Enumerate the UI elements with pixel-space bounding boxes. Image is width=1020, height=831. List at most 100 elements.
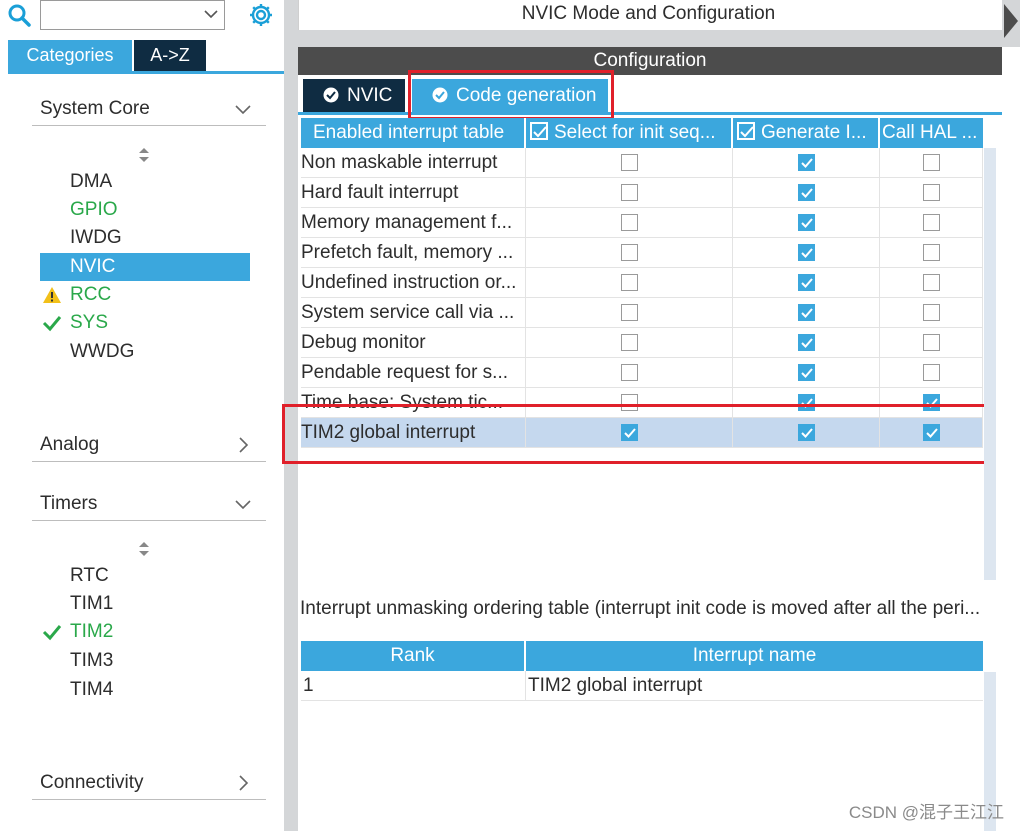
section-label: Connectivity [40, 772, 144, 793]
checkbox-unchecked[interactable] [923, 184, 940, 201]
checkbox-unchecked[interactable] [621, 244, 638, 261]
search-input[interactable] [40, 0, 225, 30]
table-row[interactable]: Non maskable interrupt [301, 148, 983, 178]
checkbox-checked[interactable] [798, 154, 815, 171]
table-row[interactable]: Hard fault interrupt [301, 178, 983, 208]
init-cell [526, 328, 733, 358]
tree-item-rcc[interactable]: RCC [40, 281, 250, 309]
col-header-call-hal[interactable]: Call HAL ... [880, 118, 983, 148]
header-checkbox[interactable] [737, 122, 755, 141]
table-row[interactable]: Debug monitor [301, 328, 983, 358]
checkbox-unchecked[interactable] [923, 274, 940, 291]
chevron-down-icon [235, 105, 251, 115]
tree-item-wwdg[interactable]: WWDG [40, 338, 250, 366]
col-header-rank[interactable]: Rank [301, 641, 526, 671]
checkbox-checked[interactable] [798, 304, 815, 321]
category-tabbar: Categories A->Z [8, 40, 284, 74]
checkbox-checked[interactable] [798, 184, 815, 201]
init-cell [526, 268, 733, 298]
sort-icon[interactable] [137, 540, 151, 558]
warning-icon [43, 287, 61, 303]
checkbox-unchecked[interactable] [621, 364, 638, 381]
search-icon[interactable] [6, 2, 32, 28]
checkbox-unchecked[interactable] [621, 274, 638, 291]
table-row[interactable]: 1 TIM2 global interrupt [301, 671, 983, 701]
init-cell [526, 238, 733, 268]
col-header-init-seq[interactable]: Select for init seq... [526, 118, 733, 148]
tree-item-dma[interactable]: DMA [40, 168, 250, 196]
interrupt-name-cell: Hard fault interrupt [301, 178, 526, 208]
tab-categories[interactable]: Categories [8, 40, 132, 71]
tree-item-tim1[interactable]: TIM1 [40, 590, 250, 618]
sort-icon[interactable] [137, 146, 151, 164]
interrupt-name-cell: Non maskable interrupt [301, 148, 526, 178]
right-panel: NVIC Mode and Configuration Configuratio… [282, 0, 1020, 831]
section-label: Timers [40, 493, 98, 514]
highlight-box [282, 404, 988, 464]
checkbox-unchecked[interactable] [923, 334, 940, 351]
checkbox-unchecked[interactable] [621, 184, 638, 201]
checkbox-unchecked[interactable] [621, 334, 638, 351]
col-header-interrupt-name[interactable]: Interrupt name [526, 641, 983, 671]
collapse-handle[interactable] [1002, 0, 1020, 47]
tab-a-z[interactable]: A->Z [134, 40, 206, 71]
hal-cell [880, 298, 983, 328]
configuration-bar: Configuration [298, 47, 1002, 75]
checkbox-unchecked[interactable] [923, 154, 940, 171]
tree-item-tim4[interactable]: TIM4 [40, 676, 250, 704]
checkbox-checked[interactable] [798, 334, 815, 351]
checkbox-unchecked[interactable] [923, 244, 940, 261]
gen-cell [733, 358, 880, 388]
tree-item-nvic[interactable]: NVIC [40, 253, 250, 281]
checkbox-unchecked[interactable] [923, 304, 940, 321]
header-label: Select for init seq... [554, 122, 716, 143]
tree-item-tim2[interactable]: TIM2 [40, 618, 250, 646]
table-row[interactable]: Undefined instruction or... [301, 268, 983, 298]
gen-cell [733, 148, 880, 178]
section-connectivity[interactable]: Connectivity [32, 766, 266, 800]
table-row[interactable]: System service call via ... [301, 298, 983, 328]
chevron-down-icon[interactable] [204, 7, 218, 21]
init-cell [526, 208, 733, 238]
checkbox-unchecked[interactable] [621, 154, 638, 171]
tree-item-rtc[interactable]: RTC [40, 562, 250, 590]
header-checkbox[interactable] [530, 122, 548, 141]
table-row[interactable]: Prefetch fault, memory ... [301, 238, 983, 268]
gen-cell [733, 328, 880, 358]
tab-nvic[interactable]: NVIC [303, 79, 405, 112]
vertical-scrollbar[interactable] [984, 148, 996, 580]
check-icon [42, 625, 62, 641]
checkbox-unchecked[interactable] [923, 214, 940, 231]
highlight-box [408, 70, 614, 120]
tree-item-tim3[interactable]: TIM3 [40, 647, 250, 675]
section-analog[interactable]: Analog [32, 428, 266, 462]
check-circle-icon [323, 87, 339, 103]
chevron-right-icon [239, 775, 249, 791]
checkbox-checked[interactable] [798, 244, 815, 261]
tree-item-gpio[interactable]: GPIO [40, 196, 250, 224]
hal-cell [880, 148, 983, 178]
section-system-core[interactable]: System Core [32, 92, 266, 126]
col-header-generate[interactable]: Generate I... [733, 118, 880, 148]
tree-item-iwdg[interactable]: IWDG [40, 224, 250, 252]
tree-item-label: SYS [70, 312, 109, 333]
tab-label: NVIC [347, 85, 393, 106]
hal-cell [880, 238, 983, 268]
checkbox-unchecked[interactable] [621, 214, 638, 231]
gear-icon[interactable] [248, 2, 274, 28]
table-row[interactable]: Pendable request for s... [301, 358, 983, 388]
tree-item-sys[interactable]: SYS [40, 309, 250, 337]
checkbox-checked[interactable] [798, 214, 815, 231]
hal-cell [880, 208, 983, 238]
rank-cell: 1 [303, 671, 526, 701]
section-timers[interactable]: Timers [32, 487, 266, 521]
checkbox-checked[interactable] [798, 364, 815, 381]
table-row[interactable]: Memory management f... [301, 208, 983, 238]
interrupt-name-cell: Memory management f... [301, 208, 526, 238]
checkbox-unchecked[interactable] [923, 364, 940, 381]
checkbox-unchecked[interactable] [621, 304, 638, 321]
nvic-tabbar: NVIC Code generation [298, 75, 1002, 115]
checkbox-checked[interactable] [798, 274, 815, 291]
col-header-interrupt[interactable]: Enabled interrupt table [301, 118, 526, 148]
interrupt-name-cell: Prefetch fault, memory ... [301, 238, 526, 268]
